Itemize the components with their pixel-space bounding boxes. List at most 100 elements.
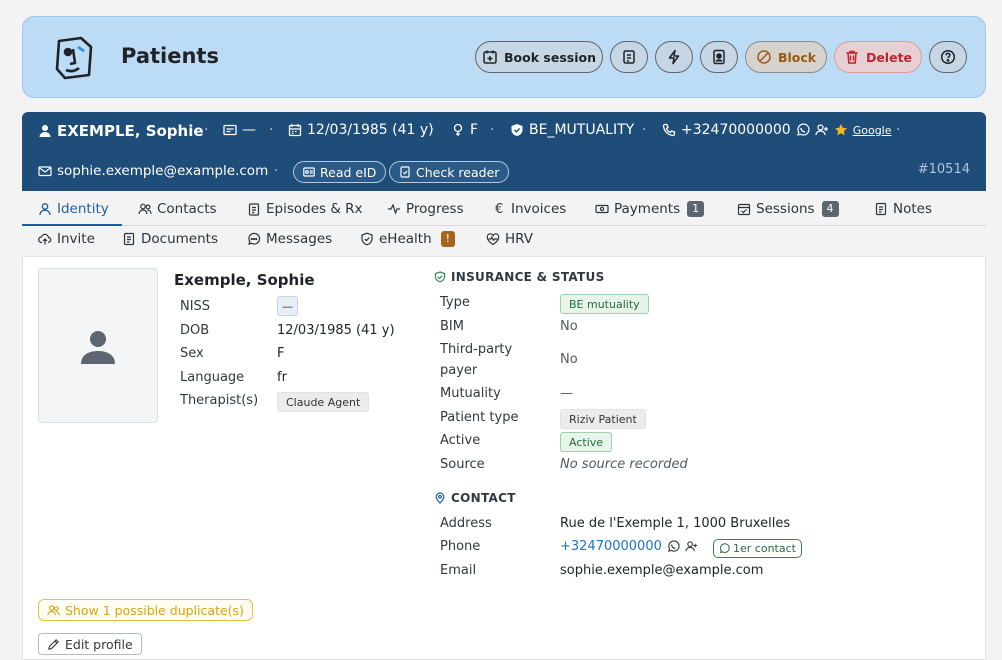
tab-messages[interactable]: Messages [247,231,332,247]
tab-identity-label: Identity [57,201,109,217]
active-status-chip: Active [560,432,613,452]
separator-dot: · [896,122,901,138]
address-label: Address [440,516,492,531]
banner-dob: 12/03/1985 (41 y) [288,122,434,138]
calendar-check-icon [737,203,751,216]
book-session-button[interactable]: Book session [475,41,603,73]
niss-value: — [277,296,298,316]
quick-action-button[interactable] [655,41,693,73]
banner-insurance: BE_MUTUALITY [510,122,634,138]
bim-value: No [560,319,578,334]
type-label: Type [440,295,470,310]
add-contact-icon[interactable] [685,540,698,553]
tab-contacts[interactable]: Contacts [138,201,217,217]
phone-label: Phone [440,539,481,554]
read-eid-button[interactable]: Read eID [293,161,387,183]
help-button[interactable] [929,41,967,73]
avatar[interactable] [38,268,158,423]
separator-dot: · [274,163,279,179]
tab-payments-label: Payments [614,201,681,217]
shield-check-icon [434,271,446,283]
tab-episodes[interactable]: Episodes & Rx [247,201,363,217]
identity-panel: Exemple, Sophie NISS — DOB 12/03/1985 (4… [22,256,986,660]
mutuality-label: Mutuality [440,386,501,401]
patient-banner: EXEMPLE, Sophie · — · 12/03/1985 (41 y) … [22,112,986,191]
tab-sessions[interactable]: Sessions 4 [737,201,839,217]
reader-icon [400,166,410,178]
page-header: Patients Book session Block Delete [22,16,986,98]
show-duplicates-button[interactable]: Show 1 possible duplicate(s) [38,599,253,621]
tab-documents[interactable]: Documents [122,231,218,247]
female-icon [453,123,463,136]
tab-invite[interactable]: Invite [38,231,95,247]
clipboard-icon [248,203,260,216]
tab-invite-label: Invite [57,231,95,247]
star-icon [834,124,847,136]
separator-dot: · [204,122,209,138]
mail-icon [38,166,52,177]
cloud-upload-icon [38,233,52,245]
email-value: sophie.exemple@example.com [560,563,764,578]
first-contact-label: 1er contact [733,542,796,555]
tab-invoices-label: Invoices [511,201,567,217]
banner-phone-value: +32470000000 [681,122,791,138]
banner-card-value: — [242,122,256,138]
insurance-title-text: INSURANCE & STATUS [451,270,605,284]
document-icon [623,50,635,64]
tab-hrv[interactable]: HRV [486,231,533,247]
phone-link[interactable]: +32470000000 [560,539,662,554]
tab-divider [22,225,986,226]
tab-invoices[interactable]: € Invoices [495,201,566,217]
tab-notes[interactable]: Notes [874,201,932,217]
banner-card-number: — [223,122,256,138]
block-button[interactable]: Block [745,41,827,73]
insurance-section-title: INSURANCE & STATUS [434,270,605,284]
contact-title-text: CONTACT [451,491,516,505]
active-label: Active [440,433,481,448]
ban-icon [757,50,771,64]
add-contact-icon[interactable] [815,123,829,137]
tab-payments[interactable]: Payments 1 [595,201,705,217]
patient-full-name: Exemple, Sophie [174,271,315,289]
banner-dob-value: 12/03/1985 (41 y) [307,122,434,138]
person-placeholder-icon [81,330,115,364]
activity-icon [388,203,400,215]
trash-icon [846,50,858,64]
check-reader-button[interactable]: Check reader [389,161,510,183]
banner-sex: F [451,122,478,138]
tab-progress[interactable]: Progress [387,201,464,217]
card-icon [223,124,237,136]
id-card-button[interactable] [700,41,738,73]
document-button[interactable] [610,41,648,73]
edit-profile-button[interactable]: Edit profile [38,633,142,655]
whatsapp-icon[interactable] [796,123,810,137]
cash-icon [595,204,609,214]
tab-ehealth[interactable]: eHealth ! [360,231,456,247]
separator-dot: · [490,122,495,138]
tab-sessions-label: Sessions [756,201,815,217]
address-value: Rue de l'Exemple 1, 1000 Bruxelles [560,516,791,531]
delete-button[interactable]: Delete [834,41,922,73]
therapist-chip: Claude Agent [277,392,370,412]
mutuality-value: — [560,386,573,401]
google-link[interactable]: Google [853,124,892,137]
tab-identity[interactable]: Identity [38,201,109,217]
dob-value: 12/03/1985 (41 y) [277,323,395,338]
sessions-count-badge: 4 [821,201,839,217]
banner-email: sophie.exemple@example.com [38,163,268,179]
calendar-plus-icon [483,50,497,64]
tab-episodes-label: Episodes & Rx [266,201,363,217]
notes-icon [875,202,887,216]
source-value: No source recorded [560,457,688,472]
niss-label: NISS [180,299,211,314]
tab-ehealth-label: eHealth [379,231,432,247]
user-icon [39,203,51,216]
users-icon [47,604,60,615]
first-contact-button[interactable]: 1er contact [713,539,802,558]
banner-name-text: EXEMPLE, Sophie [57,122,204,140]
whatsapp-icon[interactable] [667,540,680,553]
tab-hrv-label: HRV [505,231,534,247]
whatsapp-icon [719,543,730,554]
banner-email-value: sophie.exemple@example.com [57,163,269,179]
patient-id: #10514 [917,162,970,177]
